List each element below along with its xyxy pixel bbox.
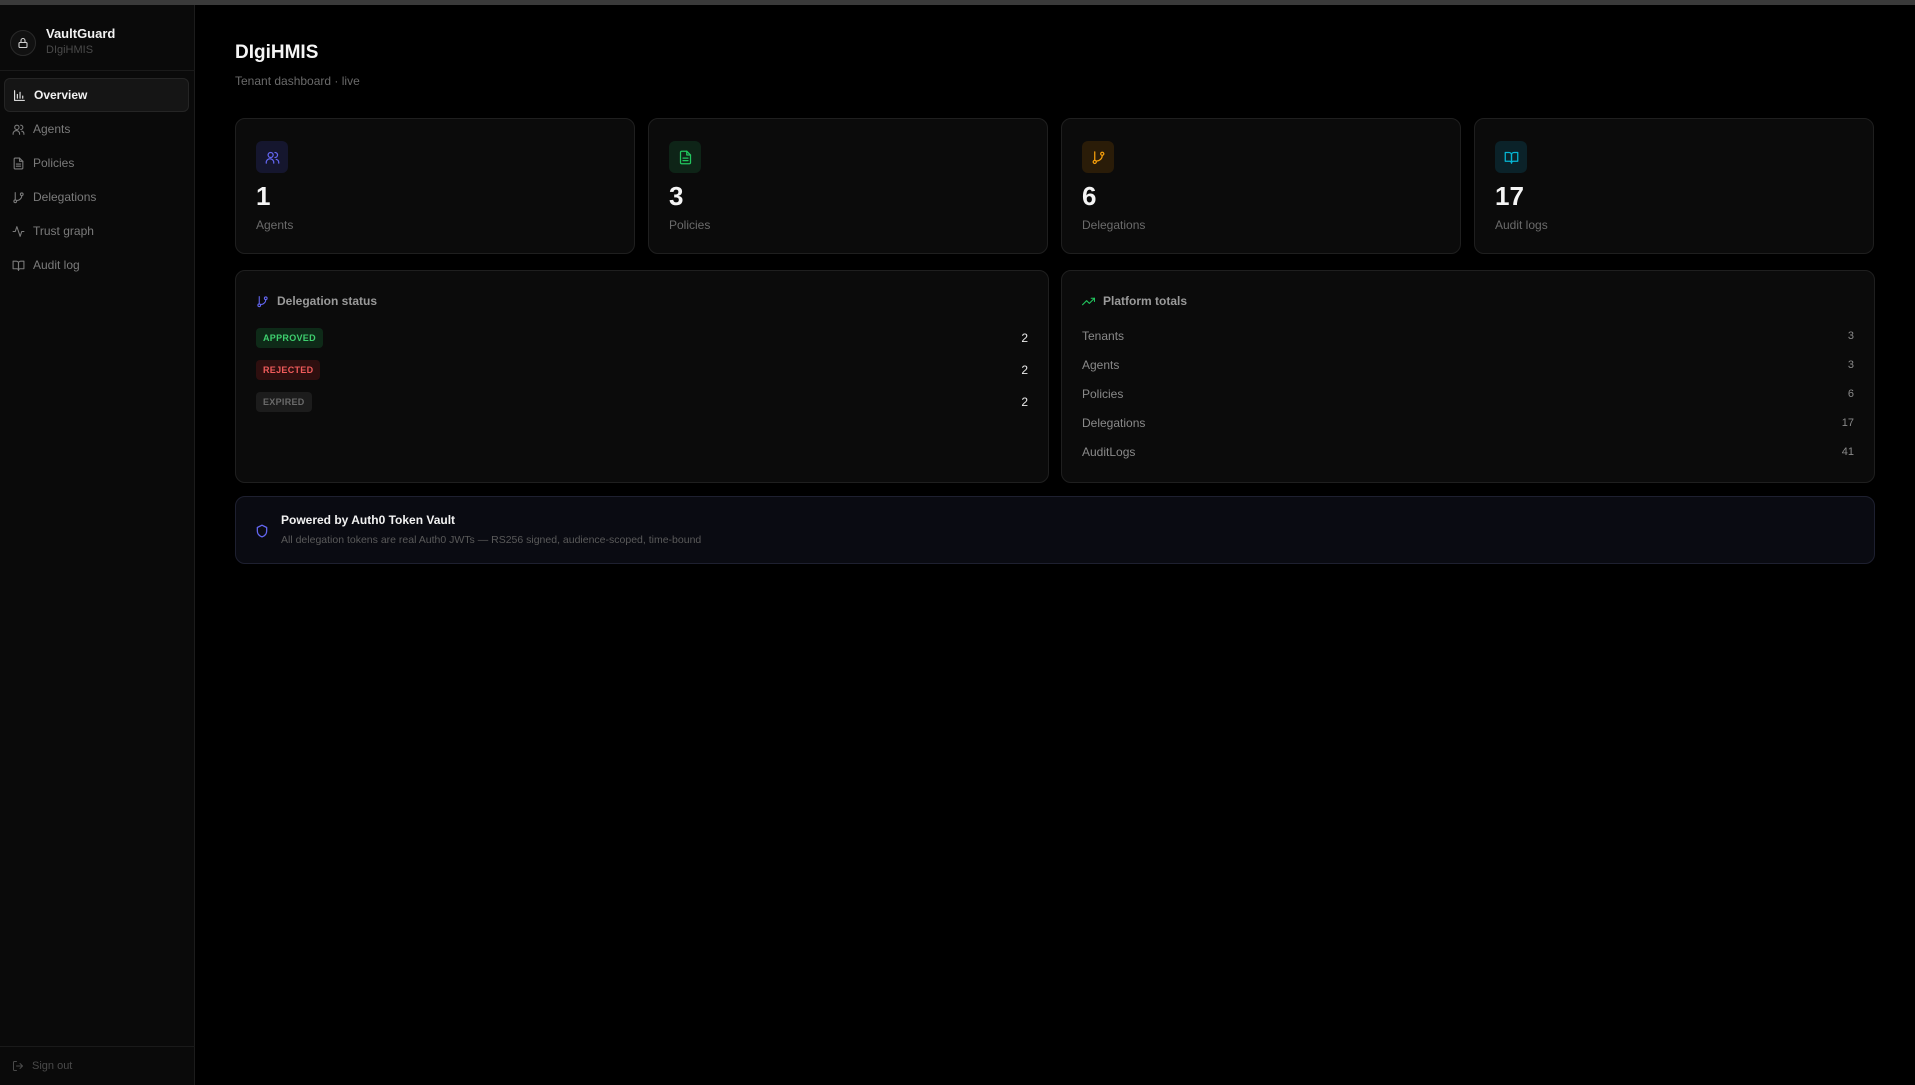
page-title: DIgiHMIS — [235, 42, 319, 63]
status-badge: REJECTED — [256, 360, 321, 380]
git-branch-icon — [1082, 141, 1114, 173]
divider — [0, 70, 195, 71]
total-row-tenants: Tenants 3 — [1082, 327, 1854, 345]
file-text-icon — [669, 141, 701, 173]
total-row-auditlogs: AuditLogs 41 — [1082, 443, 1854, 461]
sidebar-item-label: Policies — [33, 156, 75, 170]
stat-card-policies[interactable]: 3 Policies — [648, 118, 1048, 254]
stat-value: 17 — [1495, 181, 1524, 211]
total-label: Delegations — [1082, 416, 1146, 430]
brand[interactable]: VaultGuard DIgiHMIS — [10, 22, 190, 62]
sidebar-item-label: Delegations — [33, 190, 97, 204]
divider — [0, 1046, 195, 1047]
total-row-agents: Agents 3 — [1082, 356, 1854, 374]
sign-out-button[interactable]: Sign out — [12, 1060, 72, 1072]
total-row-policies: Policies 6 — [1082, 385, 1854, 403]
sign-out-label: Sign out — [32, 1060, 73, 1072]
panel-title: Platform totals — [1103, 294, 1188, 308]
banner-title: Powered by Auth0 Token Vault — [281, 513, 456, 527]
brand-name: VaultGuard — [46, 26, 116, 41]
stat-value: 6 — [1082, 181, 1097, 211]
log-out-icon — [12, 1060, 24, 1072]
stat-value: 1 — [256, 181, 271, 211]
status-row-approved: APPROVED 2 — [256, 327, 1028, 349]
stat-card-agents[interactable]: 1 Agents — [235, 118, 635, 254]
sidebar-nav: Overview Agents Policies Delegations Tru… — [0, 78, 195, 282]
stat-label: Policies — [669, 218, 711, 232]
sidebar-item-overview[interactable]: Overview — [4, 78, 189, 112]
bar-chart-icon — [13, 89, 26, 102]
file-text-icon — [12, 157, 25, 170]
status-count: 2 — [1021, 395, 1028, 409]
total-label: Tenants — [1082, 329, 1125, 343]
status-row-rejected: REJECTED 2 — [256, 359, 1028, 381]
total-label: Policies — [1082, 387, 1124, 401]
sidebar-item-label: Trust graph — [33, 224, 94, 238]
panel-title: Delegation status — [277, 294, 378, 308]
lock-icon — [10, 30, 36, 56]
banner-text: All delegation tokens are real Auth0 JWT… — [281, 534, 702, 546]
brand-tenant: DIgiHMIS — [46, 44, 94, 56]
status-row-expired: EXPIRED 2 — [256, 391, 1028, 413]
book-open-icon — [12, 259, 25, 272]
panel-header: Platform totals — [1082, 294, 1187, 308]
shield-icon — [255, 523, 269, 539]
total-row-delegations: Delegations 17 — [1082, 414, 1854, 432]
users-icon — [256, 141, 288, 173]
status-badge: APPROVED — [256, 328, 323, 348]
stat-value: 3 — [669, 181, 684, 211]
sidebar-item-agents[interactable]: Agents — [4, 112, 189, 146]
total-label: AuditLogs — [1082, 445, 1136, 459]
total-value: 17 — [1841, 417, 1854, 429]
status-count: 2 — [1021, 363, 1028, 377]
total-label: Agents — [1082, 358, 1120, 372]
total-value: 41 — [1841, 446, 1854, 458]
activity-icon — [12, 225, 25, 238]
sidebar-item-label: Agents — [33, 122, 71, 136]
stat-card-audit-logs[interactable]: 17 Audit logs — [1474, 118, 1874, 254]
window-top-bar — [0, 0, 1915, 5]
sidebar: VaultGuard DIgiHMIS Overview Agents Poli… — [0, 5, 195, 1085]
powered-by-banner: Powered by Auth0 Token Vault All delegat… — [235, 496, 1875, 564]
stat-card-delegations[interactable]: 6 Delegations — [1061, 118, 1461, 254]
platform-totals-panel: Platform totals Tenants 3 Agents 3 Polic… — [1061, 270, 1875, 483]
page-subtitle: Tenant dashboard · live — [235, 74, 360, 88]
stat-label: Agents — [256, 218, 294, 232]
sidebar-item-audit-log[interactable]: Audit log — [4, 248, 189, 282]
total-value: 6 — [1847, 388, 1854, 400]
total-value: 3 — [1847, 359, 1854, 371]
delegation-status-panel: Delegation status APPROVED 2 REJECTED 2 … — [235, 270, 1049, 483]
panel-header: Delegation status — [256, 294, 377, 308]
git-branch-icon — [256, 295, 269, 308]
sidebar-item-trust-graph[interactable]: Trust graph — [4, 214, 189, 248]
sidebar-item-label: Overview — [34, 88, 88, 102]
sidebar-item-label: Audit log — [33, 258, 80, 272]
status-badge: EXPIRED — [256, 392, 312, 412]
total-value: 3 — [1847, 330, 1854, 342]
status-count: 2 — [1021, 331, 1028, 345]
book-open-icon — [1495, 141, 1527, 173]
trending-up-icon — [1082, 295, 1095, 308]
sidebar-item-delegations[interactable]: Delegations — [4, 180, 189, 214]
stat-label: Delegations — [1082, 218, 1146, 232]
git-branch-icon — [12, 191, 25, 204]
stat-label: Audit logs — [1495, 218, 1548, 232]
users-icon — [12, 123, 25, 136]
sidebar-item-policies[interactable]: Policies — [4, 146, 189, 180]
